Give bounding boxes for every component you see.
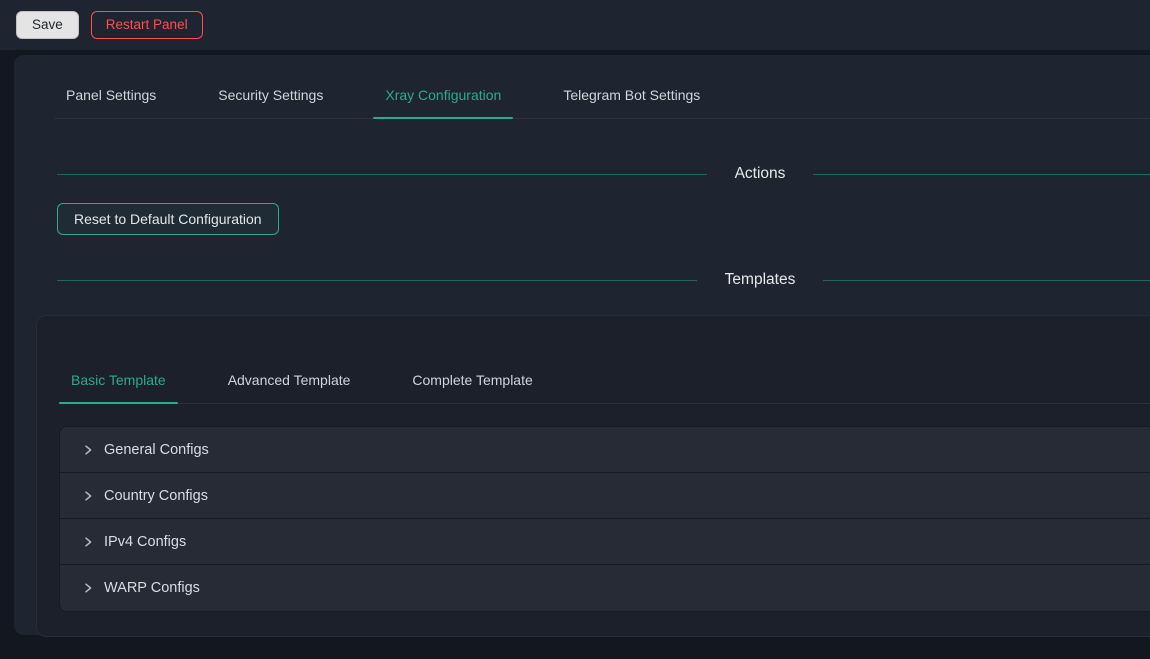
collapse-item-label: Country Configs xyxy=(104,488,208,504)
template-tabs: Basic Template Advanced Template Complet… xyxy=(59,358,1150,404)
divider-line xyxy=(57,174,707,175)
top-toolbar: Save Restart Panel xyxy=(0,0,1150,50)
tab-complete-template[interactable]: Complete Template xyxy=(400,358,544,403)
divider-line xyxy=(813,174,1150,175)
save-button[interactable]: Save xyxy=(16,11,79,39)
tab-panel-settings[interactable]: Panel Settings xyxy=(54,73,168,118)
collapse-item-general-configs[interactable]: General Configs xyxy=(60,427,1150,473)
templates-divider: Templates xyxy=(57,271,1150,289)
tab-telegram-bot-settings[interactable]: Telegram Bot Settings xyxy=(551,73,712,118)
tab-xray-configuration[interactable]: Xray Configuration xyxy=(373,73,513,118)
tab-security-settings[interactable]: Security Settings xyxy=(206,73,335,118)
chevron-right-icon xyxy=(82,582,94,594)
divider-line xyxy=(57,280,697,281)
actions-divider-label: Actions xyxy=(707,165,814,183)
collapse-item-country-configs[interactable]: Country Configs xyxy=(60,473,1150,519)
settings-tabs: Panel Settings Security Settings Xray Co… xyxy=(54,73,1150,119)
tab-basic-template[interactable]: Basic Template xyxy=(59,358,178,403)
restart-panel-button[interactable]: Restart Panel xyxy=(91,11,203,39)
reset-default-config-button[interactable]: Reset to Default Configuration xyxy=(57,203,279,235)
template-collapse-list: General Configs Country Configs IPv4 Con… xyxy=(59,426,1150,612)
collapse-item-label: IPv4 Configs xyxy=(104,534,186,550)
collapse-item-label: General Configs xyxy=(104,442,209,458)
collapse-item-label: WARP Configs xyxy=(104,580,200,596)
chevron-right-icon xyxy=(82,444,94,456)
collapse-item-warp-configs[interactable]: WARP Configs xyxy=(60,565,1150,611)
chevron-right-icon xyxy=(82,536,94,548)
templates-card: Basic Template Advanced Template Complet… xyxy=(36,315,1150,637)
chevron-right-icon xyxy=(82,490,94,502)
tab-advanced-template[interactable]: Advanced Template xyxy=(216,358,363,403)
collapse-item-ipv4-configs[interactable]: IPv4 Configs xyxy=(60,519,1150,565)
actions-divider: Actions xyxy=(57,165,1150,183)
divider-line xyxy=(823,280,1150,281)
settings-card: Panel Settings Security Settings Xray Co… xyxy=(14,55,1150,635)
templates-divider-label: Templates xyxy=(697,271,824,289)
